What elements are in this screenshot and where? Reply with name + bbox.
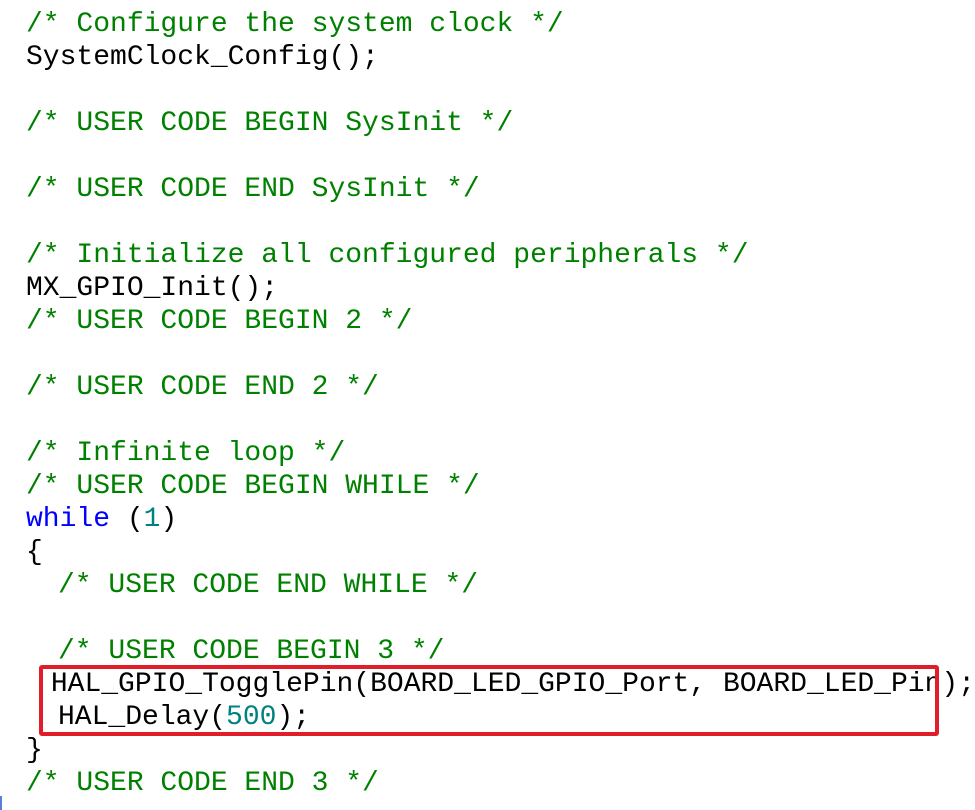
code-line[interactable]: MX_GPIO_Init(); [26, 272, 975, 305]
code-token: HAL_Delay( [58, 702, 227, 733]
code-line[interactable]: SystemClock_Config(); [26, 41, 975, 74]
code-line[interactable] [26, 206, 975, 239]
number-token: 500 [226, 702, 277, 733]
code-line[interactable] [26, 602, 975, 635]
code-line[interactable]: /* Infinite loop */ [26, 437, 975, 470]
comment-token: /* USER CODE BEGIN SysInit */ [26, 108, 514, 139]
comment-token: /* USER CODE END 2 */ [26, 372, 379, 403]
code-token: SystemClock_Config(); [26, 42, 379, 73]
number-token: 1 [143, 504, 161, 535]
code-line[interactable] [26, 338, 975, 371]
comment-token: /* USER CODE BEGIN 3 */ [58, 636, 445, 667]
code-line[interactable]: /* Initialize all configured peripherals… [26, 239, 975, 272]
code-line[interactable]: while (1) [26, 503, 975, 536]
code-token: ( [110, 504, 144, 535]
code-token: { [26, 537, 43, 568]
code-line[interactable] [26, 404, 975, 437]
comment-token: /* USER CODE END 3 */ [26, 768, 379, 799]
comment-token: /* USER CODE END WHILE */ [58, 570, 479, 601]
comment-token: /* USER CODE END SysInit */ [26, 174, 480, 205]
code-token: ) [160, 504, 178, 535]
code-line[interactable]: HAL_Delay(500); [26, 701, 975, 734]
code-line[interactable]: /* USER CODE END WHILE */ [26, 569, 975, 602]
code-token: ); [276, 702, 311, 733]
code-line[interactable]: /* Configure the system clock */ [26, 8, 975, 41]
comment-token: /* USER CODE BEGIN WHILE */ [26, 471, 480, 502]
code-line[interactable]: /* USER CODE BEGIN 2 */ [26, 305, 975, 338]
code-line[interactable]: /* USER CODE END 2 */ [26, 371, 975, 404]
code-line[interactable]: HAL_GPIO_TogglePin(BOARD_LED_GPIO_Port, … [26, 668, 975, 701]
comment-token: /* USER CODE BEGIN 2 */ [26, 306, 413, 337]
code-token: HAL_GPIO_TogglePin(BOARD_LED_GPIO_Port, … [50, 669, 975, 700]
code-line[interactable]: /* USER CODE BEGIN 3 */ [26, 635, 975, 668]
comment-token: /* Configure the system clock */ [26, 9, 564, 40]
code-line[interactable]: { [26, 536, 975, 569]
code-line[interactable]: /* USER CODE BEGIN SysInit */ [26, 107, 975, 140]
code-token: } [26, 735, 43, 766]
code-line[interactable] [26, 74, 975, 107]
code-editor[interactable]: /* Configure the system clock */SystemCl… [26, 8, 975, 800]
code-line[interactable] [26, 140, 975, 173]
code-line[interactable]: /* USER CODE END SysInit */ [26, 173, 975, 206]
code-line[interactable]: /* USER CODE END 3 */ [26, 767, 975, 800]
code-token: MX_GPIO_Init(); [26, 273, 279, 304]
comment-token: /* Infinite loop */ [26, 438, 346, 469]
comment-token: /* Initialize all configured peripherals… [26, 240, 749, 271]
text-caret [0, 796, 2, 810]
code-line[interactable]: } [26, 734, 975, 767]
keyword-token: while [26, 504, 111, 535]
code-line[interactable]: /* USER CODE BEGIN WHILE */ [26, 470, 975, 503]
